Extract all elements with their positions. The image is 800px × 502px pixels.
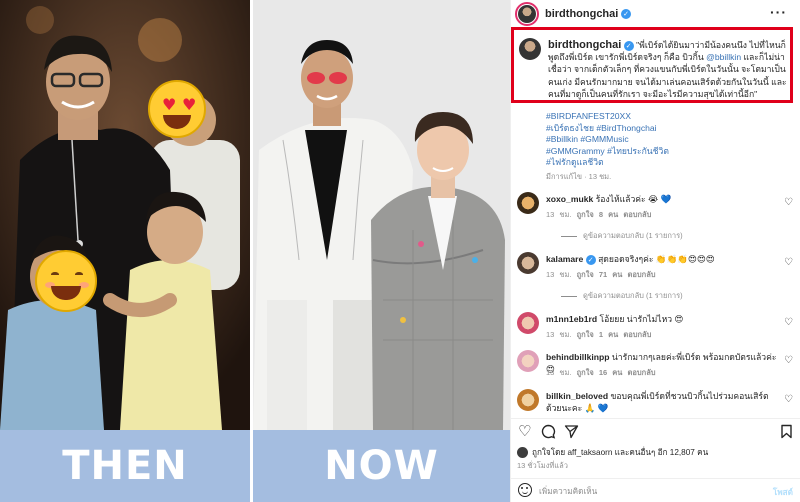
comment-body: สุดยอดจริงๆค่ะ 👏👏👏😍😍😍 bbox=[598, 254, 715, 264]
then-label: THEN bbox=[62, 443, 188, 489]
comment-text: kalamare ✓ สุดยอดจริงๆค่ะ 👏👏👏😍😍😍 bbox=[546, 253, 782, 265]
comment-avatar[interactable] bbox=[517, 192, 539, 214]
comment-username[interactable]: billkin_beloved bbox=[546, 391, 608, 401]
verified-badge-icon: ✓ bbox=[585, 254, 596, 265]
post-header: birdthongchai ✓ ··· bbox=[511, 0, 800, 28]
more-options-icon[interactable]: ··· bbox=[770, 4, 787, 20]
now-label-bar: NOW bbox=[253, 430, 510, 502]
avatar[interactable] bbox=[518, 5, 536, 23]
comment-likes[interactable]: ถูกใจ 16 คน bbox=[577, 368, 623, 377]
view-replies[interactable]: ดูข้อความตอบกลับ (1 รายการ) bbox=[561, 290, 683, 302]
comment-heart-icon[interactable]: ♡ bbox=[784, 197, 793, 208]
comment-heart-icon[interactable]: ♡ bbox=[784, 317, 793, 328]
comment-item: m1nn1eb1rd โอ้ยยย น่ารักไม่ไหว 😍 13 ชม. … bbox=[511, 311, 800, 347]
comment-text: xoxo_mukk ร้องไห้แล้วค่ะ 😭 💙 bbox=[546, 193, 782, 205]
comment-reply-button[interactable]: ตอบกลับ bbox=[628, 368, 656, 377]
comment-meta: 13 ชม. ถูกใจ 1 คน ตอบกลับ bbox=[546, 329, 651, 341]
comment-text: m1nn1eb1rd โอ้ยยย น่ารักไม่ไหว 😍 bbox=[546, 313, 782, 325]
comment-username[interactable]: behindbillkinpp bbox=[546, 352, 610, 362]
view-replies[interactable]: ดูข้อความตอบกลับ (1 รายการ) bbox=[561, 230, 683, 242]
comment-time: 13 ชม. bbox=[546, 368, 572, 377]
smiling-face-emoji-icon bbox=[35, 250, 97, 312]
then-label-bar: THEN bbox=[0, 430, 250, 502]
liker-avatar bbox=[517, 447, 528, 459]
comment-item: xoxo_mukk ร้องไห้แล้วค่ะ 😭 💙 13 ชม. ถูกใ… bbox=[511, 191, 800, 231]
comment-username[interactable]: kalamare bbox=[546, 254, 583, 264]
replies-divider bbox=[561, 295, 577, 297]
post-panel: birdthongchai ✓ ··· birdthongchai ✓ "พี่… bbox=[510, 0, 800, 502]
comment-meta: 13 ชม. ถูกใจ 8 คน ตอบกลับ bbox=[546, 209, 651, 221]
then-photo-illustration bbox=[0, 0, 250, 430]
comment-avatar[interactable] bbox=[517, 389, 539, 411]
comment-time: 13 ชม. bbox=[546, 270, 572, 279]
comment-avatar[interactable] bbox=[517, 312, 539, 334]
comment-item: kalamare ✓ สุดยอดจริงๆค่ะ 👏👏👏😍😍😍 13 ชม. … bbox=[511, 251, 800, 291]
heart-eyes-emoji-icon: ♥ ♥ bbox=[148, 80, 206, 138]
comment-avatar[interactable] bbox=[517, 350, 539, 372]
then-photo: ♥ ♥ THEN bbox=[0, 0, 250, 502]
comment-reply-button[interactable]: ตอบกลับ bbox=[628, 270, 656, 279]
comment-item: billkin_beloved ขอบคุณพี่เบิร์ดที่ชวนบิว… bbox=[511, 388, 800, 416]
caption-highlight-box: birdthongchai ✓ "พี่เบิร์ดได้ยินมาว่ามีน… bbox=[511, 27, 793, 103]
hashtags[interactable]: #BIRDFANFEST20XX #เบิร์ดธงไชย #BirdThong… bbox=[546, 111, 786, 169]
comment-heart-icon[interactable]: ♡ bbox=[784, 355, 793, 366]
add-comment-bar: โพสต์ bbox=[511, 478, 800, 502]
comment-avatar[interactable] bbox=[517, 252, 539, 274]
comment-time: 13 ชม. bbox=[546, 210, 572, 219]
emoji-picker-icon[interactable] bbox=[518, 483, 532, 497]
comment-item: behindbillkinpp น่ารักมากๆเลยค่ะพี่เบิร์… bbox=[511, 349, 800, 385]
comment-likes[interactable]: ถูกใจ 1 คน bbox=[577, 330, 619, 339]
post-comment-button[interactable]: โพสต์ bbox=[773, 486, 793, 499]
post-image[interactable]: ♥ ♥ THEN NOW bbox=[0, 0, 510, 502]
caption-avatar[interactable] bbox=[519, 38, 541, 60]
header-username[interactable]: birdthongchai bbox=[545, 8, 618, 20]
comment-time: 13 ชม. bbox=[546, 330, 572, 339]
heart-icon[interactable]: ♡ bbox=[518, 424, 531, 439]
share-icon[interactable] bbox=[564, 424, 579, 442]
comment-text: billkin_beloved ขอบคุณพี่เบิร์ดที่ชวนบิว… bbox=[546, 390, 782, 414]
comment-username[interactable]: m1nn1eb1rd bbox=[546, 314, 597, 324]
now-label: NOW bbox=[324, 443, 439, 489]
view-replies-label[interactable]: ดูข้อความตอบกลับ (1 รายการ) bbox=[583, 291, 683, 300]
comment-meta: 13 ชม. ถูกใจ 71 คน ตอบกลับ bbox=[546, 269, 656, 281]
comment-heart-icon[interactable]: ♡ bbox=[784, 257, 793, 268]
comment-username[interactable]: xoxo_mukk bbox=[546, 194, 593, 204]
now-photo-illustration bbox=[253, 0, 510, 430]
likes-summary[interactable]: ถูกใจโดย aff_taksaorn และคนอื่นๆ อีก 12,… bbox=[517, 446, 797, 459]
caption-text: birdthongchai ✓ "พี่เบิร์ดได้ยินมาว่ามีน… bbox=[548, 39, 788, 100]
mention-link[interactable]: @bbillkin bbox=[706, 52, 741, 62]
comment-icon[interactable] bbox=[541, 424, 556, 442]
comment-reply-button[interactable]: ตอบกลับ bbox=[623, 210, 651, 219]
edited-timestamp: มีการแก้ไข · 13 ชม. bbox=[546, 172, 612, 181]
verified-badge-icon: ✓ bbox=[621, 9, 631, 19]
action-bar: ♡ bbox=[511, 418, 800, 442]
caption-username[interactable]: birdthongchai bbox=[548, 39, 621, 51]
now-photo: NOW bbox=[253, 0, 510, 502]
likes-text[interactable]: ถูกใจโดย aff_taksaorn และคนอื่นๆ อีก 12,… bbox=[532, 448, 708, 457]
comment-likes[interactable]: ถูกใจ 71 คน bbox=[577, 270, 623, 279]
comment-input[interactable] bbox=[539, 483, 759, 499]
post-timestamp: 13 ชั่วโมงที่แล้ว bbox=[517, 461, 568, 470]
view-replies-label[interactable]: ดูข้อความตอบกลับ (1 รายการ) bbox=[583, 231, 683, 240]
replies-divider bbox=[561, 235, 577, 237]
caption-verified-icon: ✓ bbox=[623, 40, 634, 51]
comment-likes[interactable]: ถูกใจ 8 คน bbox=[577, 210, 619, 219]
bookmark-icon[interactable] bbox=[780, 424, 793, 442]
comment-body: โอ้ยยย น่ารักไม่ไหว 😍 bbox=[599, 314, 684, 324]
comment-meta: 13 ชม. ถูกใจ 16 คน ตอบกลับ bbox=[546, 367, 656, 379]
comment-body: ร้องไห้แล้วค่ะ 😭 💙 bbox=[595, 194, 672, 204]
comment-reply-button[interactable]: ตอบกลับ bbox=[623, 330, 651, 339]
comment-heart-icon[interactable]: ♡ bbox=[784, 394, 793, 405]
